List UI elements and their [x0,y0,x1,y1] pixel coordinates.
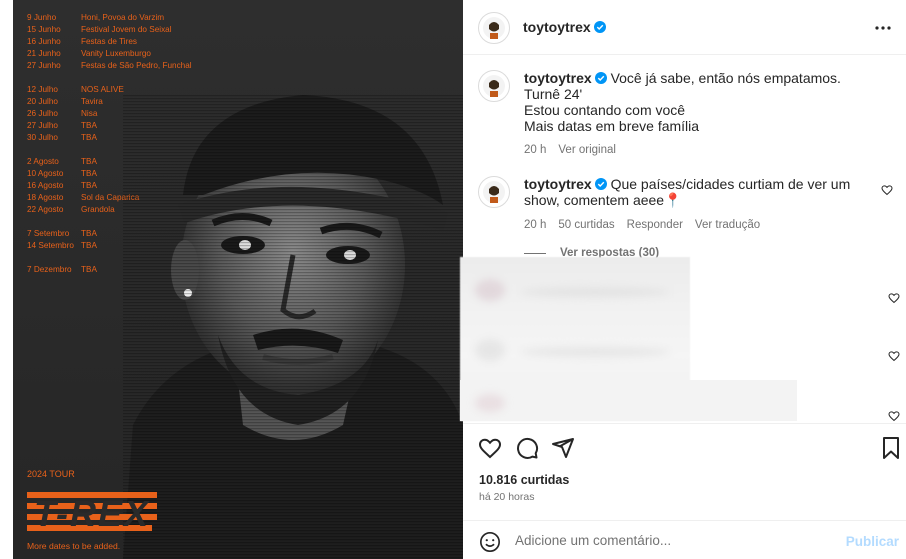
caption-time[interactable]: 20 h [524,142,546,158]
likes-count[interactable]: 10.816 curtidas [479,473,569,487]
header-username[interactable]: toytoytrex [523,19,606,35]
verified-icon [594,178,607,190]
tour-spacer [27,72,192,84]
poster-border [0,0,13,559]
tour-date: 20 Julho [27,97,58,106]
verified-icon [594,72,607,84]
caption-line-1: Você já sabe, então nós empatamos. [610,70,841,86]
tour-venue: Grandola [81,205,115,214]
blurred-avatar [475,339,505,361]
tour-venue: Festival Jovem do Seixal [81,25,172,34]
avatar-image [483,17,505,39]
caption-line-4: Mais datas em breve família [524,118,700,134]
tour-date: 14 Setembro [27,241,74,250]
tour-date: 30 Julho [27,133,58,142]
comment-input[interactable] [515,533,815,548]
more-dates-note: More dates to be added. [27,541,121,551]
replies-divider [524,252,546,254]
comment-like-icon[interactable] [888,410,900,422]
tour-date: 16 Agosto [27,181,64,190]
comment-like-icon[interactable] [888,292,900,304]
tour-venue: TBA [81,133,97,142]
comment-like-icon[interactable] [881,184,893,196]
tour-date: 9 Junho [27,13,57,22]
tour-venue: Tavira [81,97,103,106]
blurred-comment-row [460,380,797,421]
like-icon[interactable] [478,436,502,460]
tour-date: 21 Junho [27,49,61,58]
tour-venue: NOS ALIVE [81,85,124,94]
tour-venue: Honi, Povoa do Varzim [81,13,165,22]
avatar-image [483,75,505,97]
tour-venue: TBA [81,181,97,190]
comment-username[interactable]: toytoytrex [524,176,592,192]
portrait-image [123,95,463,559]
save-icon[interactable] [879,436,903,460]
tour-venue: TBA [81,157,97,166]
tour-date-row: 21 Junho Vanity Luxemburgo [27,48,192,60]
verified-icon [593,21,606,33]
comment-likes[interactable]: 50 curtidas [558,217,614,233]
blurred-avatar [475,279,505,301]
avatar[interactable] [478,12,510,44]
tour-date-row: 15 Junho Festival Jovem do Seixal [27,24,192,36]
trex-logo: T-REX [27,492,157,534]
tour-date-row: 9 Junho Honi, Povoa do Varzim [27,12,192,24]
tour-date: 26 Julho [27,109,58,118]
tour-venue: TBA [81,241,97,250]
tour-date: 7 Dezembro [27,265,72,274]
tour-venue: Festas de Tires [81,37,137,46]
tour-date: 22 Agosto [27,205,64,214]
post-header: toytoytrex [463,0,906,55]
more-options-icon[interactable] [872,18,894,38]
logo-text: T-REX [34,493,150,534]
avatar[interactable] [478,70,510,102]
translate-link[interactable]: Ver tradução [695,217,760,233]
tour-date: 12 Julho [27,85,58,94]
avatar[interactable] [478,176,510,208]
post-image[interactable]: 9 Junho Honi, Povoa do Varzim 15 Junho Fest… [0,0,463,559]
tour-date: 16 Junho [27,37,61,46]
comment-time[interactable]: 20 h [524,217,546,233]
blurred-text [520,287,670,297]
tour-venue: TBA [81,169,97,178]
avatar-image [483,181,505,203]
tour-venue: TBA [81,265,97,274]
header-username-text[interactable]: toytoytrex [523,19,591,35]
tour-venue: TBA [81,229,97,238]
tour-label: 2024 TOUR [27,469,75,479]
poster-background: 9 Junho Honi, Povoa do Varzim 15 Junho Fest… [13,0,463,559]
tour-venue: TBA [81,121,97,130]
see-original-link[interactable]: Ver original [558,142,616,158]
tour-date: 27 Junho [27,61,61,70]
comment-icon[interactable] [515,436,539,460]
publish-button[interactable]: Publicar [846,534,899,549]
caption-line-3: Estou contando com você [524,102,686,118]
comment-like-icon[interactable] [888,350,900,362]
tour-date: 7 Setembro [27,229,70,238]
blurred-avatar [475,394,505,412]
blurred-text [520,347,670,357]
caption-line-2: Turnê 24' [524,86,583,102]
tour-date: 10 Agosto [27,169,64,178]
tour-date-row: 27 Junho Festas de São Pedro, Funchal [27,60,192,72]
tour-venue: Nisa [81,109,98,118]
tour-venue: Festas de São Pedro, Funchal [81,61,192,70]
post-time[interactable]: há 20 horas [479,491,534,503]
caption-username[interactable]: toytoytrex [524,70,592,86]
tour-date: 18 Agosto [27,193,64,202]
emoji-icon[interactable] [479,531,501,553]
post-details-panel: toytoytrex toytoytrex Você já sabe, entã… [460,0,906,559]
tour-date: 2 Agosto [27,157,59,166]
add-comment-bar: Publicar [463,520,906,559]
tour-date: 27 Julho [27,121,58,130]
tour-venue: Vanity Luxemburgo [81,49,151,58]
post-action-bar [463,423,906,471]
reply-button[interactable]: Responder [627,217,683,233]
share-icon[interactable] [551,436,575,460]
tour-date-row: 16 Junho Festas de Tires [27,36,192,48]
tour-date: 15 Junho [27,25,61,34]
